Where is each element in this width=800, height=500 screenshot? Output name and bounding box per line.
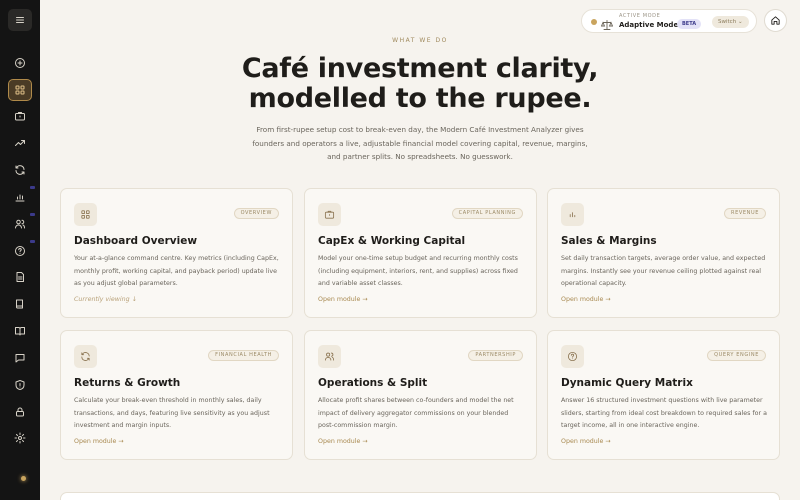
module-card-operations[interactable]: PARTNERSHIP Operations & Split Allocate … bbox=[304, 330, 537, 460]
card-title: Operations & Split bbox=[318, 377, 428, 389]
new-badge bbox=[30, 240, 35, 243]
section-eyebrow: WHAT WE DO bbox=[392, 37, 448, 44]
card-description: Set daily transaction targets, average o… bbox=[561, 255, 766, 287]
card-description: Calculate your break-even threshold in m… bbox=[74, 397, 270, 429]
sidebar-item-query[interactable] bbox=[8, 240, 32, 262]
status-indicator bbox=[21, 476, 26, 481]
beta-badge: BETA bbox=[677, 19, 702, 29]
sidebar-item-returns[interactable] bbox=[8, 159, 32, 181]
bar-chart-icon bbox=[15, 194, 25, 202]
grid-icon bbox=[15, 85, 25, 95]
open-module-link[interactable]: Open module → bbox=[318, 438, 368, 445]
new-badge bbox=[30, 213, 35, 216]
document-icon bbox=[16, 272, 24, 282]
module-card-dashboard[interactable]: OVERVIEW Dashboard Overview Your at-a-gl… bbox=[60, 188, 293, 318]
chevron-down-icon: ⌄ bbox=[737, 19, 743, 25]
home-icon bbox=[771, 16, 780, 25]
module-card-capex[interactable]: CAPITAL PLANNING CapEx & Working Capital… bbox=[304, 188, 537, 318]
chat-icon bbox=[15, 354, 25, 363]
card-tag: CAPITAL PLANNING bbox=[451, 208, 523, 219]
users-icon bbox=[318, 345, 341, 368]
trend-up-icon bbox=[15, 140, 25, 146]
card-description: Your at-a-glance command centre. Key met… bbox=[74, 255, 279, 287]
sidebar-item-dashboard[interactable] bbox=[8, 79, 32, 101]
current-view-indicator: Currently viewing ↓ bbox=[74, 296, 137, 303]
grid-icon bbox=[74, 203, 97, 226]
card-description: Model your one-time setup budget and rec… bbox=[318, 255, 518, 287]
card-title: CapEx & Working Capital bbox=[318, 235, 466, 247]
open-module-link[interactable]: Open module → bbox=[74, 438, 124, 445]
mode-status-dot bbox=[591, 19, 597, 25]
sidebar-item-settings[interactable] bbox=[8, 427, 32, 449]
book-icon bbox=[16, 299, 23, 309]
briefcase-icon bbox=[15, 112, 25, 121]
card-title: Returns & Growth bbox=[74, 377, 181, 389]
lock-icon bbox=[16, 407, 24, 417]
sidebar-item-sales[interactable] bbox=[8, 132, 32, 154]
plus-circle-icon bbox=[15, 58, 25, 68]
card-tag: FINANCIAL HEALTH bbox=[208, 350, 279, 361]
card-description: Allocate profit shares between co-founde… bbox=[318, 397, 514, 429]
card-title: Sales & Margins bbox=[561, 235, 657, 247]
card-title: Dynamic Query Matrix bbox=[561, 377, 693, 389]
sidebar-item-security[interactable] bbox=[8, 374, 32, 396]
refresh-icon bbox=[74, 345, 97, 368]
bar-chart-icon bbox=[561, 203, 584, 226]
card-description: Answer 16 structured investment question… bbox=[561, 397, 767, 429]
sidebar-item-chat[interactable] bbox=[8, 347, 32, 369]
sidebar-item-reports[interactable] bbox=[8, 266, 32, 288]
card-tag: QUERY ENGINE bbox=[707, 350, 766, 361]
switch-mode-button[interactable]: Switch ⌄ bbox=[712, 16, 749, 28]
card-tag: OVERVIEW bbox=[233, 208, 279, 219]
shield-icon bbox=[15, 380, 25, 390]
sidebar-item-operations[interactable] bbox=[8, 213, 32, 235]
mode-name: Adaptive Mode bbox=[619, 21, 679, 29]
open-book-icon bbox=[15, 327, 25, 336]
module-card-sales[interactable]: REVENUE Sales & Margins Set daily transa… bbox=[547, 188, 780, 318]
hero-description: From first-rupee setup cost to break-eve… bbox=[252, 125, 588, 161]
menu-icon bbox=[16, 17, 24, 23]
home-button[interactable] bbox=[764, 9, 787, 32]
open-module-link[interactable]: Open module → bbox=[318, 296, 368, 303]
briefcase-icon bbox=[318, 203, 341, 226]
sidebar-item-add[interactable] bbox=[8, 52, 32, 74]
sidebar-item-guide[interactable] bbox=[8, 293, 32, 315]
card-tag: REVENUE bbox=[724, 208, 766, 219]
headline-line-1: Café investment clarity, bbox=[241, 53, 599, 84]
card-title: Dashboard Overview bbox=[74, 235, 198, 247]
mode-label: ACTIVE MODE bbox=[619, 13, 661, 19]
help-icon bbox=[561, 345, 584, 368]
open-module-link[interactable]: Open module → bbox=[561, 438, 611, 445]
module-card-returns[interactable]: FINANCIAL HEALTH Returns & Growth Calcul… bbox=[60, 330, 293, 460]
new-badge bbox=[30, 186, 35, 189]
headline-line-2: modelled to the rupee. bbox=[248, 83, 592, 114]
scale-icon bbox=[600, 16, 614, 30]
switch-label: Switch bbox=[718, 19, 737, 25]
card-tag: PARTNERSHIP bbox=[468, 350, 523, 361]
sidebar-item-docs[interactable] bbox=[8, 320, 32, 342]
sidebar-item-lock[interactable] bbox=[8, 401, 32, 423]
users-icon bbox=[15, 219, 25, 229]
active-mode-widget[interactable]: ACTIVE MODE Adaptive Mode BETA Switch ⌄ bbox=[581, 9, 757, 33]
help-icon bbox=[15, 246, 25, 256]
module-card-query[interactable]: QUERY ENGINE Dynamic Query Matrix Answer… bbox=[547, 330, 780, 460]
next-section-panel bbox=[60, 492, 780, 500]
settings-icon bbox=[14, 432, 26, 444]
menu-button[interactable] bbox=[8, 9, 32, 31]
sidebar-item-capex[interactable] bbox=[8, 105, 32, 127]
refresh-icon bbox=[15, 165, 25, 175]
page-title: Café investment clarity, modelled to the… bbox=[40, 54, 800, 114]
sidebar bbox=[0, 0, 40, 500]
open-module-link[interactable]: Open module → bbox=[561, 296, 611, 303]
sidebar-item-analytics[interactable] bbox=[8, 186, 32, 208]
